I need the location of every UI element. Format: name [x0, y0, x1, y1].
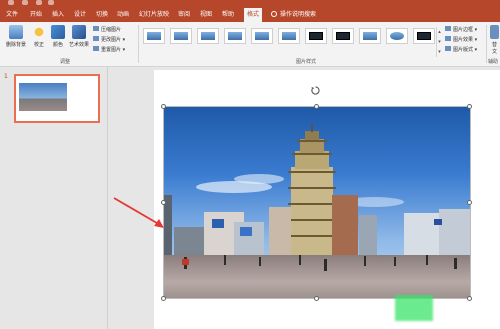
save-icon[interactable]	[8, 0, 14, 5]
picture-style-10[interactable]	[386, 28, 408, 44]
redo-icon[interactable]	[36, 0, 42, 5]
picture-style-9[interactable]	[359, 28, 381, 44]
compress-pictures-button[interactable]: 压缩图片	[93, 26, 121, 33]
effects-icon	[445, 36, 451, 41]
tab-insert[interactable]: 插入	[52, 9, 64, 20]
border-icon	[445, 26, 451, 31]
tab-review[interactable]: 审阅	[178, 9, 190, 20]
artistic-effects-label: 艺术效果	[68, 42, 89, 48]
alt-text-icon	[490, 25, 499, 39]
reset-picture-icon	[93, 46, 99, 51]
color-label: 颜色	[52, 42, 63, 48]
ribbon-tab-bar: 文件 开始 插入 设计 切换 动画 幻灯片放映 审阅 视图 帮助 格式 操作说明…	[0, 7, 500, 22]
resize-handle-right[interactable]	[467, 200, 472, 205]
resize-handle-top-left[interactable]	[161, 104, 166, 109]
remove-background-label: 删除背景	[5, 42, 26, 48]
alt-text-label-1: 替	[491, 42, 497, 48]
picture-style-4[interactable]	[224, 28, 246, 44]
sun-icon	[32, 25, 46, 39]
rotate-handle-icon[interactable]	[311, 86, 320, 95]
group-label-adjust: 调整	[60, 59, 71, 65]
picture-effects-button[interactable]: 图片效果 ▾	[445, 36, 477, 43]
change-picture-label: 更改图片	[101, 37, 122, 43]
artistic-effects-icon	[72, 25, 86, 39]
tell-me-search[interactable]: 操作说明搜索	[271, 9, 316, 20]
gallery-up-icon[interactable]: ▴	[437, 27, 442, 37]
corrections-button[interactable]: 校正	[30, 25, 48, 48]
tab-view[interactable]: 视图	[200, 9, 212, 20]
tab-animations[interactable]: 动画	[117, 9, 129, 20]
artistic-effects-button[interactable]: 艺术效果	[67, 25, 91, 48]
color-button[interactable]: 颜色	[50, 25, 66, 48]
picture-border-button[interactable]: 图片边框 ▾	[445, 26, 477, 33]
resize-handle-top-right[interactable]	[467, 104, 472, 109]
group-label-accessibility: 辅助	[488, 59, 499, 65]
ribbon-body: 删除背景 校正 颜色 艺术效果 压缩图片 更改图片 ▾ 重置图片 ▾ 调整 ▴ …	[0, 22, 500, 67]
tab-file[interactable]: 文件	[6, 9, 18, 20]
group-divider	[138, 25, 139, 63]
alt-text-button[interactable]: 替 文	[489, 25, 500, 55]
picture-style-7[interactable]	[305, 28, 327, 44]
tab-help[interactable]: 帮助	[222, 9, 234, 20]
selected-picture[interactable]	[163, 106, 471, 299]
compress-icon	[93, 26, 99, 31]
alt-text-label-2: 文	[491, 49, 497, 55]
slide-number: 1	[4, 73, 8, 80]
picture-style-11[interactable]	[413, 28, 435, 44]
picture-style-2[interactable]	[170, 28, 192, 44]
remove-background-button[interactable]: 删除背景	[3, 25, 29, 48]
gallery-down-icon[interactable]: ▾	[437, 37, 442, 47]
picture-layout-label: 图片版式	[453, 47, 474, 53]
tab-home[interactable]: 开始	[30, 9, 42, 20]
color-icon	[51, 25, 65, 39]
customize-icon[interactable]	[48, 0, 54, 5]
change-picture-icon	[93, 36, 99, 41]
change-picture-button[interactable]: 更改图片 ▾	[93, 36, 125, 43]
undo-icon[interactable]	[22, 0, 28, 5]
picture-effects-label: 图片效果	[453, 37, 474, 43]
group-divider-2	[486, 25, 487, 63]
corrections-label: 校正	[33, 42, 44, 48]
lightbulb-icon	[271, 11, 277, 17]
picture-style-8[interactable]	[332, 28, 354, 44]
gallery-more-icon[interactable]: ▾	[437, 47, 442, 57]
thumbnail-picture	[19, 83, 67, 111]
layout-icon	[445, 46, 451, 51]
resize-handle-bottom[interactable]	[314, 296, 319, 301]
picture-people	[182, 255, 457, 271]
reset-picture-button[interactable]: 重置图片 ▾	[93, 46, 125, 53]
picture-border-label: 图片边框	[453, 27, 474, 33]
highlight-blob	[395, 295, 433, 321]
remove-background-icon	[9, 25, 23, 39]
slide-thumbnail-pane: 1	[0, 67, 108, 329]
reset-picture-label: 重置图片	[101, 47, 122, 53]
slide-thumbnail[interactable]	[14, 74, 100, 123]
picture-style-5[interactable]	[251, 28, 273, 44]
resize-handle-top[interactable]	[314, 104, 319, 109]
tab-design[interactable]: 设计	[74, 9, 86, 20]
resize-handle-bottom-right[interactable]	[467, 296, 472, 301]
tell-me-label: 操作说明搜索	[280, 11, 317, 18]
tab-transitions[interactable]: 切换	[96, 9, 108, 20]
tab-slideshow[interactable]: 幻灯片放映	[139, 9, 169, 20]
compress-label: 压缩图片	[101, 27, 122, 33]
picture-style-3[interactable]	[197, 28, 219, 44]
tab-format[interactable]: 格式	[244, 8, 263, 22]
picture-style-6[interactable]	[278, 28, 300, 44]
title-bar	[0, 0, 500, 7]
group-label-picture-styles: 图片样式	[296, 59, 317, 65]
picture-style-1[interactable]	[143, 28, 165, 44]
picture-layout-button[interactable]: 图片版式 ▾	[445, 46, 477, 53]
gallery-scroll[interactable]: ▴ ▾ ▾	[436, 27, 442, 57]
resize-handle-bottom-left[interactable]	[161, 296, 166, 301]
annotation-arrow	[113, 197, 164, 228]
